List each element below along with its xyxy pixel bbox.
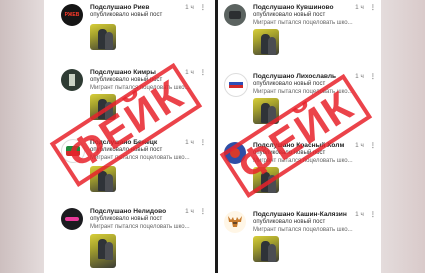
more-options-icon[interactable]: ⋮ [370,73,376,80]
notification-meta: 1 ч ⋮ [185,138,206,146]
notification-meta: 1 ч ⋮ [185,3,206,11]
notification-action: опубликовало новый пост [253,219,326,225]
notification-time: 1 ч [185,69,194,76]
post-preview-text: Мигрант пытался поцеловать шко... [90,224,190,230]
community-logo-icon: РЖЕВ [61,4,83,26]
more-options-icon[interactable]: ⋮ [200,139,206,146]
notification-time: 1 ч [185,208,194,215]
more-options-icon[interactable]: ⋮ [200,4,206,11]
community-name[interactable]: Подслушано Риев [90,4,190,11]
notification-item[interactable]: Подслушано Кувшиново опубликовало новый … [218,0,381,62]
blurred-background-left [0,0,44,273]
notification-item[interactable]: РЖЕВ Подслушано Риев опубликовало новый … [44,0,215,62]
more-options-icon[interactable]: ⋮ [370,4,376,11]
community-name[interactable]: Подслушано Кашин-Калязин [253,211,353,218]
post-preview-text: Мигрант пытался поцеловать шко... [253,227,353,233]
post-preview-text: Мигрант пытался поцеловать шко... [253,20,353,26]
post-thumbnail[interactable] [253,29,279,55]
notification-item[interactable]: Подслушано Кашин-Калязин опубликовало но… [218,207,381,273]
notification-time: 1 ч [185,4,194,11]
notification-action: опубликовало новый пост [90,216,163,222]
notification-time: 1 ч [355,142,364,149]
notification-time: 1 ч [355,4,364,11]
notification-time: 1 ч [355,211,364,218]
more-options-icon[interactable]: ⋮ [200,208,206,215]
blurred-background-right [381,0,425,273]
community-name[interactable]: Подслушано Нелидово [90,208,190,215]
community-logo-icon [61,208,83,230]
notification-action: опубликовало новый пост [253,81,326,87]
notification-meta: 1 ч ⋮ [355,210,376,218]
notification-item[interactable]: Подслушано Нелидово опубликовало новый п… [44,204,215,273]
notification-meta: 1 ч ⋮ [355,3,376,11]
notification-meta: 1 ч ⋮ [355,72,376,80]
notification-action: опубликовало новый пост [253,12,326,18]
more-options-icon[interactable]: ⋮ [370,211,376,218]
notification-time: 1 ч [355,73,364,80]
post-thumbnail[interactable] [90,234,116,268]
notification-meta: 1 ч ⋮ [185,68,206,76]
community-logo-icon [61,69,83,91]
community-name[interactable]: Подслушано Кувшиново [253,4,353,11]
moose-icon [224,211,246,233]
notification-meta: 1 ч ⋮ [185,207,206,215]
notification-time: 1 ч [185,139,194,146]
community-logo-icon [224,73,248,97]
community-logo-icon [224,4,246,26]
post-thumbnail[interactable] [253,236,279,262]
more-options-icon[interactable]: ⋮ [370,142,376,149]
notification-meta: 1 ч ⋮ [355,141,376,149]
notification-action: опубликовало новый пост [90,12,163,18]
more-options-icon[interactable]: ⋮ [200,69,206,76]
post-thumbnail[interactable] [90,24,116,50]
